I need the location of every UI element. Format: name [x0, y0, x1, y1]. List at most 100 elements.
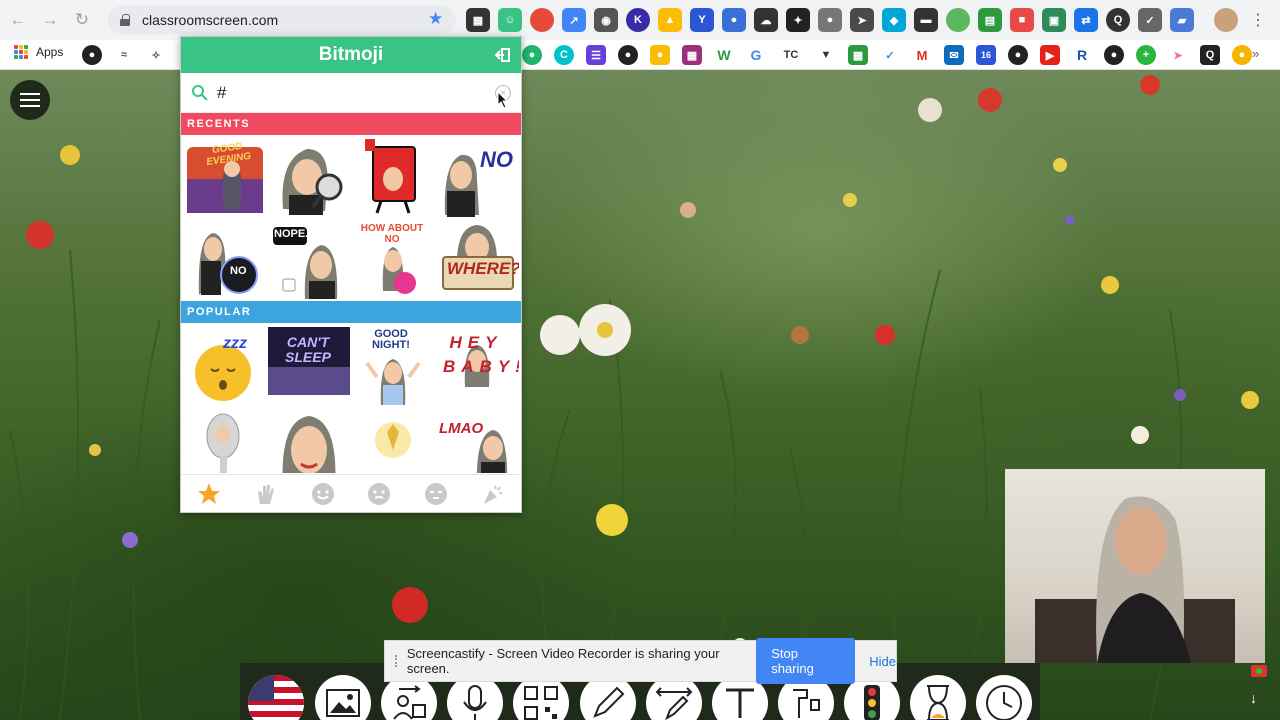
popular-header: POPULAR: [181, 301, 521, 323]
more-bookmarks-icon[interactable]: »: [1252, 46, 1259, 61]
reload-icon[interactable]: ↻: [68, 6, 96, 34]
menu-bar-icon: [20, 93, 40, 95]
bitmoji-extension-icon[interactable]: ☺: [498, 8, 522, 32]
sheet-bookmark-icon[interactable]: ▦: [848, 45, 868, 65]
bitmoji-header: Bitmoji: [181, 37, 521, 73]
sticker-no-ball[interactable]: NO: [183, 219, 267, 301]
plus-bookmark-icon[interactable]: +: [1136, 45, 1156, 65]
sticker-good-evening[interactable]: GOOD EVENING: [183, 137, 267, 219]
tc-bookmark-icon[interactable]: TC: [778, 45, 804, 65]
sticker-sleepy-emoji[interactable]: zzz: [183, 325, 267, 408]
recents-grid: GOOD EVENING NO NO NOPE. HOW ABOUT NO WH…: [181, 135, 521, 301]
hat-extension-icon[interactable]: ▬: [914, 8, 938, 32]
calendar-bookmark-icon[interactable]: 16: [976, 45, 996, 65]
image-icon: [326, 689, 360, 717]
orb-bookmark-icon[interactable]: ●: [1232, 45, 1252, 65]
recents-header: RECENTS: [181, 113, 521, 135]
kami-extension-icon[interactable]: K: [626, 8, 650, 32]
search-input[interactable]: [217, 82, 487, 103]
stop-sharing-button[interactable]: Stop sharing: [756, 638, 856, 684]
menu-button[interactable]: [10, 80, 50, 120]
neutral-face-category-icon[interactable]: [366, 481, 392, 507]
apps-shortcut[interactable]: Apps: [14, 45, 63, 59]
arrow-bookmark-icon[interactable]: ➤: [1168, 45, 1188, 65]
drive-extension-icon[interactable]: ▲: [658, 8, 682, 32]
sticker-hey-baby[interactable]: HEY BABY!: [435, 325, 519, 408]
clock-icon: [986, 685, 1022, 720]
image-extension-icon[interactable]: ▣: [1042, 8, 1066, 32]
logout-icon[interactable]: [495, 47, 511, 63]
sticker-how-about-no[interactable]: HOW ABOUT NO: [351, 219, 435, 301]
sticker-no[interactable]: NO: [435, 137, 519, 219]
canva-bookmark-icon[interactable]: C: [554, 45, 574, 65]
wave-hand-category-icon[interactable]: [253, 481, 279, 507]
happy-face-category-icon[interactable]: [310, 481, 336, 507]
globe2-bookmark-icon[interactable]: ●: [618, 45, 638, 65]
pin-extension-icon[interactable]: ◉: [594, 8, 618, 32]
print-extension-icon[interactable]: ▤: [978, 8, 1002, 32]
green-dot-extension-icon[interactable]: [946, 8, 970, 32]
q-extension-icon[interactable]: Q: [1106, 8, 1130, 32]
bird-extension-icon[interactable]: ✦: [786, 8, 810, 32]
feather-bookmark-icon[interactable]: ✧: [146, 45, 166, 65]
cloud-extension-icon[interactable]: ☁: [754, 8, 778, 32]
drag-handle-icon[interactable]: [395, 655, 399, 667]
back-icon[interactable]: ←: [4, 6, 32, 34]
sticker-nope[interactable]: NOPE.: [267, 219, 351, 301]
sticker-spoon[interactable]: [183, 408, 267, 473]
bulb-extension-icon[interactable]: ●: [818, 8, 842, 32]
check-bookmark-icon[interactable]: ✓: [880, 45, 900, 65]
qr-code-icon: [524, 686, 558, 720]
r-bookmark-icon[interactable]: R: [1072, 45, 1092, 65]
y-extension-icon[interactable]: Y: [690, 8, 714, 32]
chrome-menu-icon[interactable]: ⋮: [1250, 10, 1266, 30]
diamond-extension-icon[interactable]: ◆: [882, 8, 906, 32]
forward-icon[interactable]: →: [36, 6, 64, 34]
sticker-cant-sleep[interactable]: CAN'T SLEEP: [267, 325, 351, 408]
filter-bookmark-icon[interactable]: ▼: [816, 45, 836, 65]
sticker-face-closeup[interactable]: [267, 408, 351, 473]
sharing-message: Screencastify - Screen Video Recorder is…: [406, 646, 720, 676]
sticker-magnifier[interactable]: [267, 137, 351, 219]
more-tools-icon[interactable]: ↓: [1250, 690, 1257, 706]
globe4-bookmark-icon[interactable]: ●: [1104, 45, 1124, 65]
google-bookmark-icon[interactable]: G: [746, 45, 766, 65]
meh-face-category-icon[interactable]: [423, 481, 449, 507]
screencastify-extension-icon[interactable]: [530, 8, 554, 32]
puzzle-extension-icon[interactable]: ■: [1010, 8, 1034, 32]
sticker-caption: LMAO: [439, 420, 484, 437]
signal-bookmark-icon[interactable]: ≈: [114, 45, 134, 65]
sticker-where[interactable]: WHERE?: [435, 219, 519, 301]
outlook-bookmark-icon[interactable]: ✉: [944, 45, 964, 65]
eyedropper-extension-icon[interactable]: ✓: [1138, 8, 1162, 32]
sticker-good-night[interactable]: GOOD NIGHT!: [351, 325, 435, 408]
sticker-caption: zzz: [223, 335, 247, 352]
profile-avatar[interactable]: [1214, 8, 1238, 32]
q-bookmark-icon[interactable]: Q: [1200, 45, 1220, 65]
sticker-red-card[interactable]: [351, 137, 435, 219]
keep-bookmark-icon[interactable]: ●: [650, 45, 670, 65]
w-bookmark-icon[interactable]: W: [714, 45, 734, 65]
grid-bookmark-icon[interactable]: ▦: [682, 45, 702, 65]
globe-bookmark-icon[interactable]: ●: [82, 45, 102, 65]
rocket-extension-icon[interactable]: ➤: [850, 8, 874, 32]
sticker-caption: NO: [230, 265, 247, 277]
party-popper-category-icon[interactable]: [480, 481, 506, 507]
transfer-extension-icon[interactable]: ⇄: [1074, 8, 1098, 32]
hide-button[interactable]: Hide: [869, 654, 896, 669]
sticker-lightbulb[interactable]: [351, 408, 435, 473]
qr-extension-icon[interactable]: ▦: [466, 8, 490, 32]
address-bar[interactable]: classroomscreen.com: [108, 6, 456, 34]
gmail-bookmark-icon[interactable]: M: [912, 45, 932, 65]
draw-extension-icon[interactable]: ↗: [562, 8, 586, 32]
youtube-bookmark-icon[interactable]: ▶: [1040, 45, 1060, 65]
popular-grid: zzz CAN'T SLEEP GOOD NIGHT! HEY BABY! LM…: [181, 323, 521, 473]
green-bookmark-icon[interactable]: ●: [522, 45, 542, 65]
shapes-extension-icon[interactable]: ▰: [1170, 8, 1194, 32]
chat-extension-icon[interactable]: ●: [722, 8, 746, 32]
globe3-bookmark-icon[interactable]: ●: [1008, 45, 1028, 65]
bookmark-star-icon[interactable]: ★: [428, 9, 443, 29]
sticker-lmao[interactable]: LMAO: [435, 408, 519, 473]
forms-bookmark-icon[interactable]: ☰: [586, 45, 606, 65]
star-category-icon[interactable]: [196, 481, 222, 507]
